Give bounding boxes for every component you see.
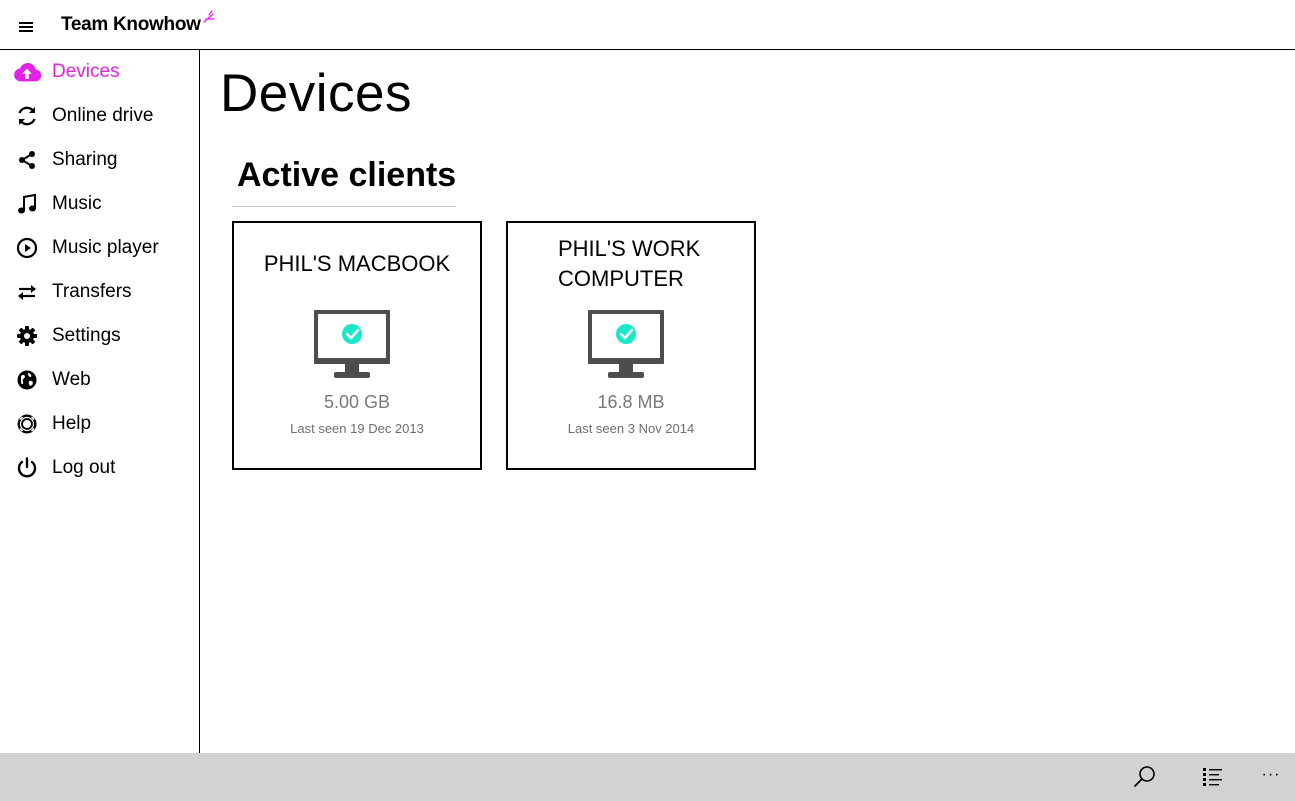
share-icon	[19, 151, 35, 169]
device-storage-size: 16.8 MB	[597, 392, 665, 412]
sidebar-item-music[interactable]: Music	[0, 182, 199, 226]
transfer-arrows-icon	[18, 285, 36, 300]
sidebar-item-label: Music	[52, 193, 102, 214]
sidebar-item-label: Settings	[52, 325, 121, 346]
monitor-check-icon	[314, 310, 390, 378]
bottom-app-bar: ···	[0, 753, 1295, 801]
device-storage-size: 5.00 GB	[323, 392, 391, 412]
sidebar-item-label: Web	[52, 369, 91, 390]
monitor-check-icon	[588, 310, 664, 378]
section-title: Active clients	[237, 156, 457, 194]
sidebar-item-help[interactable]: Help	[0, 402, 199, 446]
hamburger-menu-icon[interactable]	[14, 14, 38, 38]
device-card[interactable]: PHIL'S MACBOOK 5.00 GB Last seen 19 Dec …	[232, 221, 482, 470]
more-icon[interactable]: ···	[1258, 763, 1284, 787]
device-name: PHIL'S MACBOOK	[263, 251, 451, 276]
device-last-seen: Last seen 19 Dec 2013	[290, 421, 424, 436]
list-view-icon[interactable]	[1200, 765, 1226, 789]
device-name: PHIL'S WORK COMPUTER	[558, 236, 701, 291]
main-content: Devices Active clients PHIL'S MACBOOK 5.…	[200, 50, 1295, 753]
section-divider	[232, 206, 456, 207]
play-circle-icon	[16, 237, 38, 259]
app-logo: Team Knowhow	[61, 10, 216, 38]
sidebar-item-label: Devices	[52, 61, 120, 82]
sync-icon	[18, 106, 36, 126]
globe-icon	[17, 370, 37, 390]
page-title: Devices	[220, 64, 413, 123]
sidebar-item-music-player[interactable]: Music player	[0, 226, 199, 270]
sidebar-item-online-drive[interactable]: Online drive	[0, 94, 199, 138]
sidebar-item-label: Help	[52, 413, 92, 434]
sidebar-item-label: Transfers	[52, 281, 132, 302]
sidebar-item-label: Log out	[52, 457, 116, 478]
lifebuoy-icon	[17, 414, 37, 434]
gear-icon	[17, 326, 37, 346]
sidebar-item-log-out[interactable]: Log out	[0, 446, 199, 490]
sidebar-item-settings[interactable]: Settings	[0, 314, 199, 358]
sidebar-item-label: Music player	[52, 237, 159, 258]
logo-spark-icon	[202, 10, 215, 23]
music-note-icon	[18, 193, 36, 214]
logo-text: Team Knowhow	[61, 14, 201, 35]
cloud-upload-icon	[14, 62, 42, 82]
device-card[interactable]: PHIL'S WORK COMPUTER 16.8 MB Last seen 3…	[506, 221, 756, 470]
top-bar: Team Knowhow	[0, 0, 1295, 50]
sidebar-nav: Devices Online drive Sharing Music Music…	[0, 50, 200, 753]
sidebar-item-sharing[interactable]: Sharing	[0, 138, 199, 182]
device-last-seen: Last seen 3 Nov 2014	[567, 421, 695, 436]
sidebar-item-devices[interactable]: Devices	[0, 50, 199, 94]
sidebar-item-label: Online drive	[52, 105, 154, 126]
power-icon	[17, 457, 37, 478]
sidebar-item-label: Sharing	[52, 149, 118, 170]
search-icon[interactable]	[1132, 765, 1158, 789]
sidebar-item-transfers[interactable]: Transfers	[0, 270, 199, 314]
sidebar-item-web[interactable]: Web	[0, 358, 199, 402]
